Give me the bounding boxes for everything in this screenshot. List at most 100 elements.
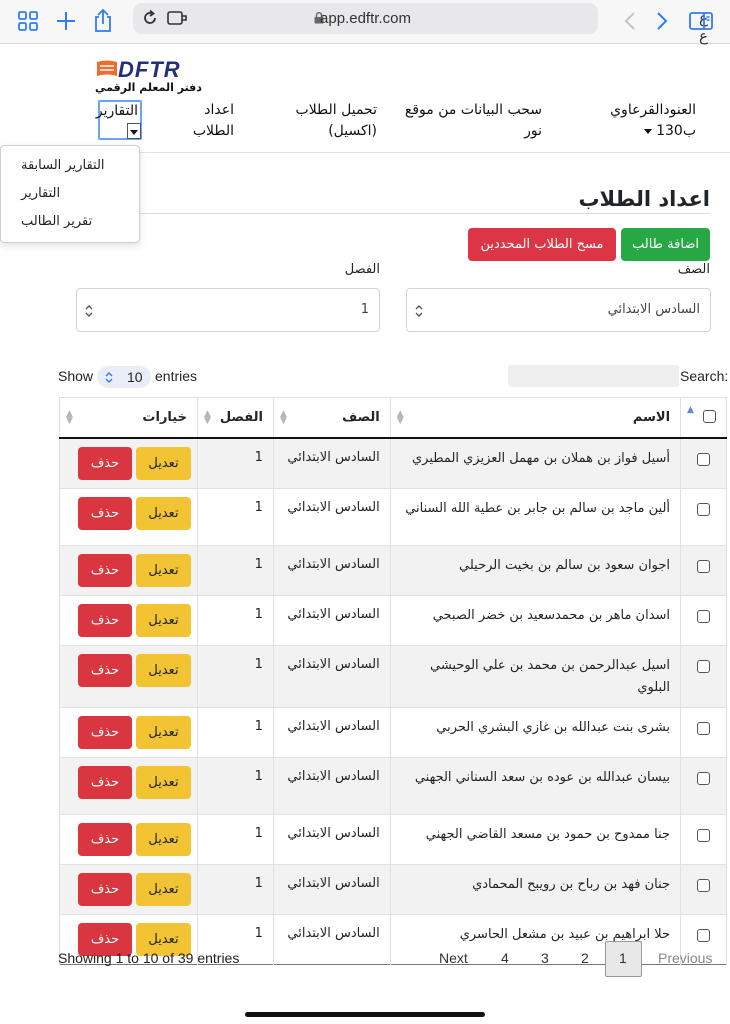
row-actions: تعديلحذف [59,707,198,757]
row-checkbox[interactable] [697,928,711,942]
delete-button[interactable]: حذف [77,653,132,687]
table-row: جنان فهد بن رباح بن رويبح المحمادي السادس… [59,864,727,914]
student-grade: السادس الابتدائي [272,757,391,814]
pagination-page[interactable]: 1 [619,950,627,966]
row-checkbox-cell [680,757,727,814]
delete-button[interactable]: حذف [77,715,132,749]
grade-select[interactable]: السادس الابتدائي [406,288,711,332]
logo-text: DFTR [118,57,181,82]
select-all-header[interactable]: ▲ [680,397,727,439]
reports-dropdown-toggle[interactable] [127,123,141,139]
edit-button[interactable]: تعديل [135,446,191,480]
student-class: 1 [196,595,274,645]
row-checkbox[interactable] [697,502,711,516]
edit-button[interactable]: تعديل [135,822,191,856]
delete-button[interactable]: حذف [77,553,132,587]
row-actions: تعديلحذف [59,437,198,488]
row-checkbox-cell [680,645,727,707]
pagination-page[interactable]: 2 [581,950,589,966]
new-tab-icon[interactable] [53,8,79,34]
row-checkbox-cell [680,814,727,864]
sort-icon: ▲ ▼ [396,409,404,426]
edit-button[interactable]: تعديل [135,553,191,587]
row-checkbox[interactable] [697,559,711,573]
table-row: جنا ممدوح بن حمود بن مسعد القاضي الجهني ا… [59,814,727,864]
nav-school-menu[interactable]: العنودالقرعاوي ب130 [586,100,696,142]
row-checkbox[interactable] [697,452,711,466]
student-class: 1 [196,645,274,707]
row-checkbox-cell [680,488,727,545]
row-actions: تعديلحذف [59,488,198,545]
student-class: 1 [196,707,274,757]
show-label: Show [58,368,94,384]
add-student-button[interactable]: اضافة طالب [621,228,710,261]
nav-reports-label: التقارير [95,103,138,119]
student-class: 1 [196,757,274,814]
student-name: اجوان سعود بن سالم بن بخيت الرحيلي [389,545,682,595]
menu-item-reports[interactable]: التقارير [21,186,60,201]
clear-selected-button[interactable]: مسح الطلاب المحددين [468,228,616,261]
caret-down-icon [130,130,138,135]
column-header-grade[interactable]: الصف ▲ ▼ [272,397,391,439]
back-icon[interactable] [618,8,644,34]
edit-button[interactable]: تعديل [135,715,191,749]
menu-item-previous-reports[interactable]: التقارير السابقة [21,158,105,173]
row-checkbox[interactable] [697,771,711,785]
row-checkbox[interactable] [697,609,711,623]
edit-button[interactable]: تعديل [135,872,191,906]
share-icon[interactable] [90,8,116,34]
column-header-name[interactable]: الاسم ▲ ▼ [389,397,682,439]
site-logo[interactable]: DFTR دفتر المعلم الرقمي [95,57,207,97]
student-grade: السادس الابتدائي [272,814,391,864]
row-checkbox[interactable] [697,721,711,735]
edit-button[interactable]: تعديل [135,603,191,637]
column-header-class[interactable]: الفصل ▲ ▼ [196,397,274,439]
search-input[interactable] [508,365,679,387]
select-all-checkbox[interactable] [703,410,716,424]
nav-upload-students[interactable]: تحميل الطلاب (اكسيل) [289,100,377,142]
student-grade: السادس الابتدائي [272,595,391,645]
edit-button[interactable]: تعديل [135,653,191,687]
home-indicator [245,1012,485,1017]
delete-button[interactable]: حذف [77,765,132,799]
edit-button[interactable]: تعديل [135,765,191,799]
row-checkbox[interactable] [697,659,711,673]
students-table: ▲ الاسم ▲ ▼ الصف ▲ ▼ الفصل ▲ ▼ خيارات ▲ ▼ أس… [59,397,727,965]
tab-overview-icon[interactable] [16,8,42,34]
row-checkbox[interactable] [697,828,711,842]
delete-button[interactable]: حذف [77,446,132,480]
student-grade: السادس الابتدائي [272,914,391,964]
book-logo-icon [97,60,117,76]
url-text: app.edftr.com [320,10,411,27]
class-select[interactable]: 1 [76,288,380,332]
row-checkbox[interactable] [697,878,711,892]
delete-button[interactable]: حذف [77,496,132,530]
sort-asc-icon: ▲ [687,405,694,415]
sort-icon: ▲ ▼ [203,409,211,426]
student-name: أسيل فواز بن هملان بن مهمل العزيزي المطي… [389,437,682,488]
select-arrows-icon [105,372,113,383]
edit-button[interactable]: تعديل [135,496,191,530]
table-row: اسدان ماهر بن محمدسعيد بن خضر الصبحي السا… [59,595,727,645]
pagination-previous[interactable]: Previous [658,950,712,966]
pagination-next[interactable]: Next [439,950,468,966]
sidebar-icon[interactable] [688,8,714,34]
nav-reports-select[interactable]: التقارير [95,100,142,140]
student-name: ألين ماجد بن سالم بن جابر بن عطية الله ا… [389,488,682,545]
pagination-page[interactable]: 3 [541,950,549,966]
column-header-actions[interactable]: خيارات ▲ ▼ [59,397,198,439]
sort-icon: ▲ ▼ [279,409,287,426]
delete-button[interactable]: حذف [77,603,132,637]
page-length-select[interactable]: 10 [97,366,151,388]
nav-setup-students[interactable]: اعداد الطلاب [186,100,234,142]
row-checkbox-cell [680,595,727,645]
student-name: جنان فهد بن رباح بن رويبح المحمادي [389,864,682,914]
address-bar[interactable]: app.edftr.com ع ع [133,3,708,45]
student-class: 1 [196,864,274,914]
delete-button[interactable]: حذف [77,822,132,856]
pagination-page[interactable]: 4 [501,950,509,966]
nav-pull-noor[interactable]: سحب البيانات من موقع نور [402,100,542,142]
menu-item-student-report[interactable]: تقرير الطالب [21,214,92,229]
forward-icon[interactable] [648,8,674,34]
delete-button[interactable]: حذف [77,872,132,906]
